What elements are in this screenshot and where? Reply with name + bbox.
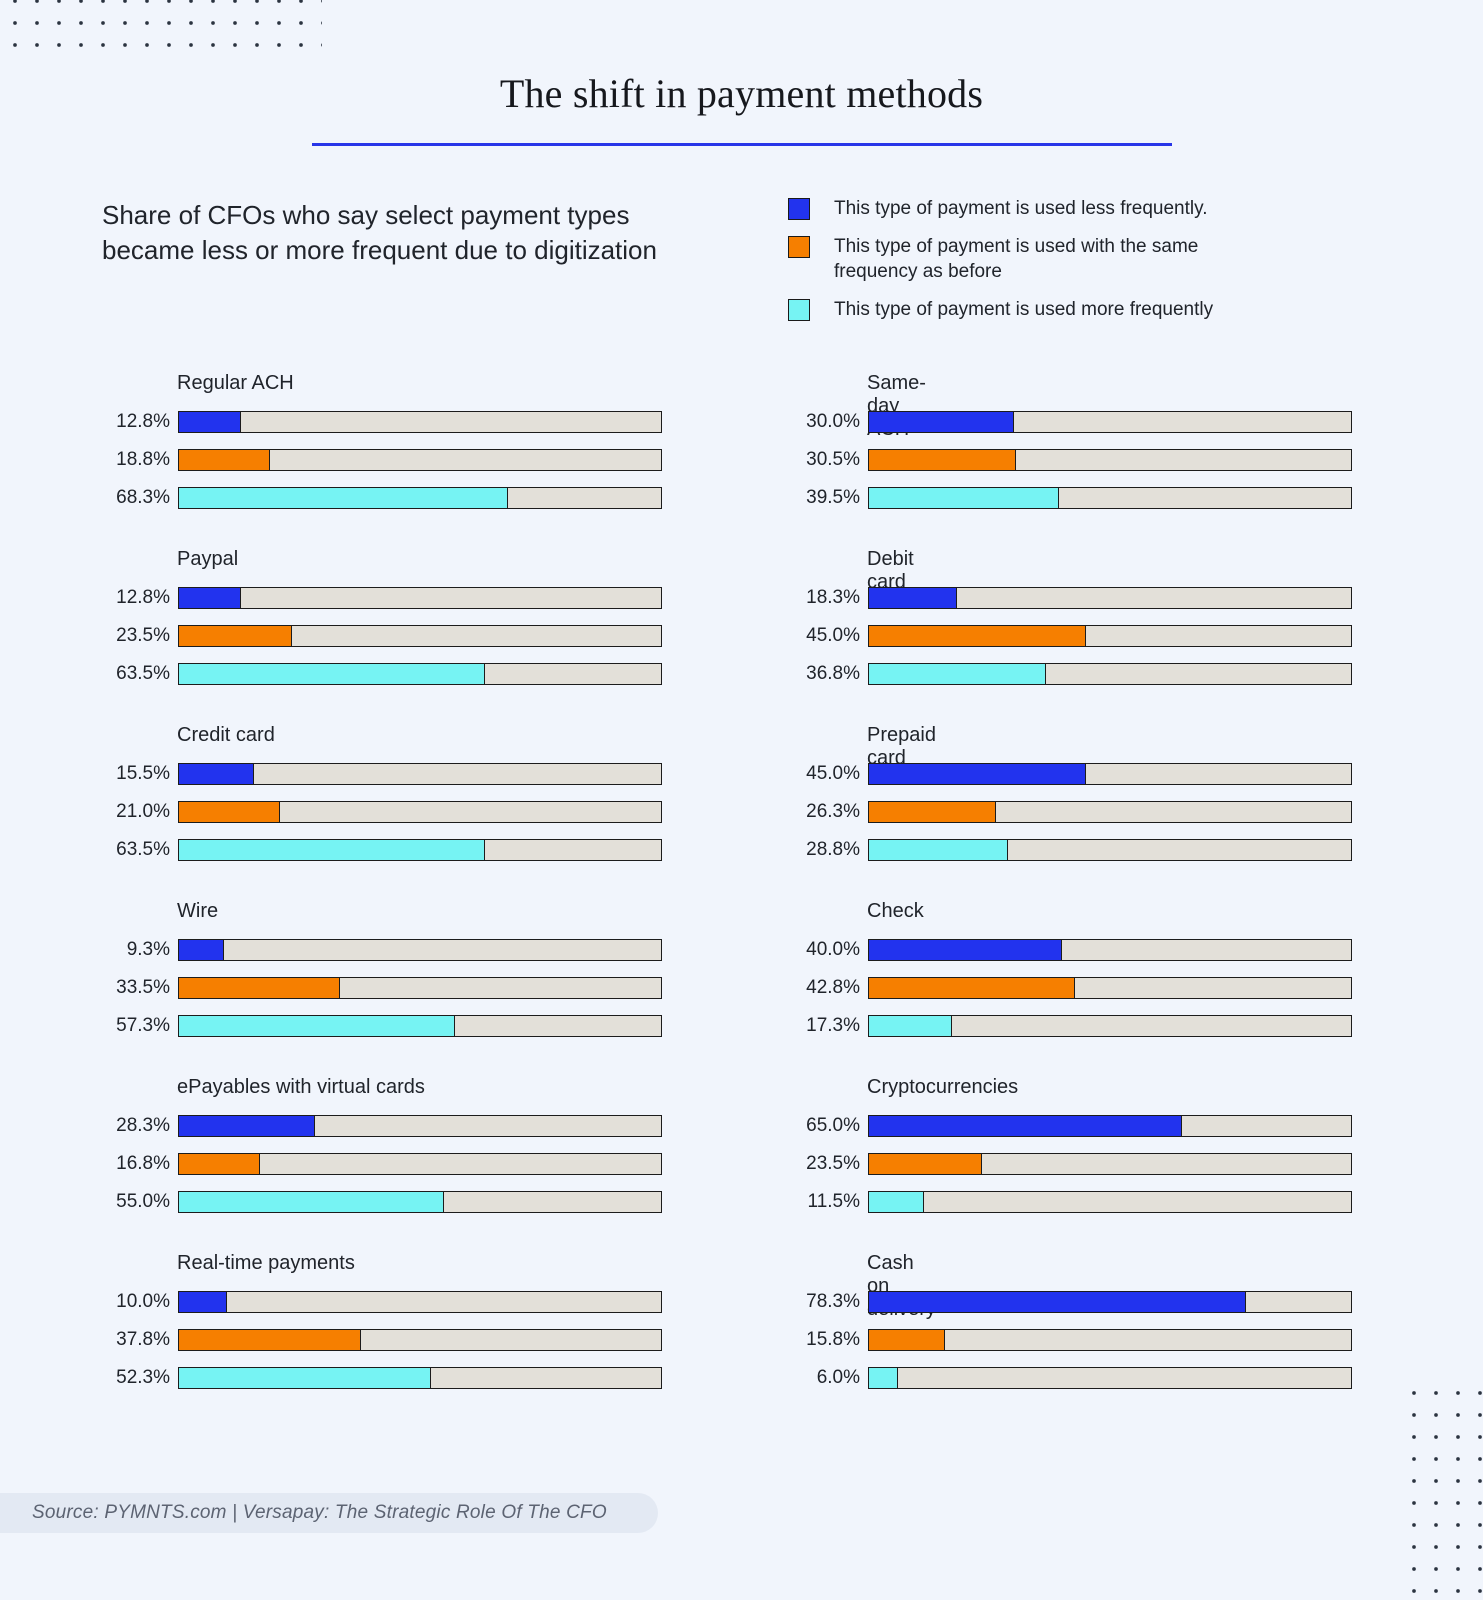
bar-fill-more [869,1368,898,1388]
bar-value-label: 6.0% [816,1367,860,1388]
bar-value-label: 30.0% [806,411,860,432]
bar-fill-less [869,764,1086,784]
bar-track [868,487,1352,509]
bar-track [868,1291,1352,1313]
bar-track [868,763,1352,785]
bar-fill-more [869,664,1047,684]
bar-track [868,801,1352,823]
bar-track [868,1191,1352,1213]
bar-fill-less [869,940,1062,960]
bar-fill-more [869,488,1060,508]
bar-value-label: 65.0% [806,1115,860,1136]
bar-value-label: 15.8% [806,1329,860,1350]
legend-item-more: This type of payment is used more freque… [788,297,1388,322]
bar-fill-less [869,588,958,608]
bar-track [868,1015,1352,1037]
bar-fill-more [869,1192,925,1212]
page-title: The shift in payment methods [499,71,984,116]
bar-value-label: 42.8% [806,977,860,998]
bar-fill-same [869,450,1016,470]
legend-swatch-same-icon [788,236,810,258]
bar-value-label: 28.8% [806,839,860,860]
bar-fill-more [869,840,1008,860]
bar-value-label: 36.8% [806,663,860,684]
bar-value-label: 17.3% [806,1015,860,1036]
legend-swatch-more-icon [788,299,810,321]
bar-fill-more [869,1016,953,1036]
bar-value-label: 45.0% [806,625,860,646]
bar-fill-less [869,412,1014,432]
bar-fill-same [869,978,1076,998]
bar-track [868,625,1352,647]
bar-value-label: 23.5% [806,1153,860,1174]
bar-track [868,839,1352,861]
title-underline-rule [311,143,1172,146]
bar-fill-same [869,802,996,822]
bar-fill-same [869,1330,946,1350]
bar-fill-same [869,626,1086,646]
bar-track [868,1329,1352,1351]
legend-label: This type of payment is used more freque… [834,299,1214,320]
bar-track [868,663,1352,685]
legend-label: This type of payment is used with the sa… [834,236,1199,282]
bar-track [868,939,1352,961]
bar-fill-same [869,1154,983,1174]
bar-fill-less [869,1292,1247,1312]
chart-column-right: Same-day ACH30.0%30.5%39.5%Debit card18.… [0,372,1352,1428]
bar-value-label: 18.3% [806,587,860,608]
legend-item-same: This type of payment is used with the sa… [788,234,1388,284]
chart-area: Regular ACH 12.8% 18.8% 68.3% Paypal 12.8% 23.… [0,372,1483,1428]
bar-value-label: 45.0% [806,763,860,784]
bar-value-label: 39.5% [806,487,860,508]
chart-subtitle: Share of CFOs who say select payment typ… [102,200,657,265]
legend-item-less: This type of payment is used less freque… [788,196,1388,221]
bar-track [868,449,1352,471]
bar-value-label: 11.5% [807,1191,860,1212]
legend-swatch-less-icon [788,198,810,220]
bar-track [868,977,1352,999]
source-text: Source: PYMNTS.com | Versapay: The Strat… [32,1502,607,1523]
bar-track [868,1153,1352,1175]
decorative-dot-grid-top-left [0,0,322,48]
source-bar: Source: PYMNTS.com | Versapay: The Strat… [0,1493,658,1533]
legend: This type of payment is used less freque… [788,196,1388,335]
bar-value-label: 40.0% [806,939,860,960]
bar-track [868,1367,1352,1389]
bar-value-label: 26.3% [806,801,860,822]
bar-value-label: 30.5% [806,449,860,470]
header: The shift in payment methods [0,70,1483,146]
bar-track [868,411,1352,433]
legend-label: This type of payment is used less freque… [834,198,1208,219]
bar-track [868,587,1352,609]
bar-track [868,1115,1352,1137]
bar-fill-less [869,1116,1183,1136]
bar-value-label: 78.3% [806,1291,860,1312]
